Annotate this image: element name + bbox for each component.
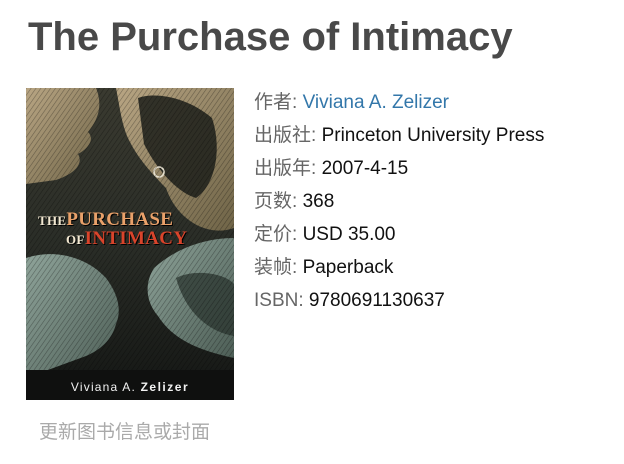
book-info: 作者: Viviana A. Zelizer 出版社: Princeton Un… <box>254 86 544 317</box>
cover-title: ThePurchase ofIntimacy <box>38 210 234 248</box>
cover-title-purchase: Purchase <box>66 209 174 230</box>
info-pages-row: 页数: 368 <box>254 185 544 218</box>
cover-title-intimacy: Intimacy <box>84 228 188 249</box>
info-price-row: 定价: USD 35.00 <box>254 218 544 251</box>
info-publisher-row: 出版社: Princeton University Press <box>254 119 544 152</box>
pubdate-label: 出版年: <box>254 158 317 179</box>
publisher-value: Princeton University Press <box>321 125 545 146</box>
binding-label: 装帧: <box>254 257 298 278</box>
cover-title-of: of <box>66 232 85 247</box>
binding-value: Paperback <box>302 257 394 278</box>
cover-author: Viviana A. Zelizer <box>26 380 234 394</box>
isbn-value: 9780691130637 <box>308 290 445 311</box>
cover-author-last: Zelizer <box>140 380 190 394</box>
info-author-row: 作者: Viviana A. Zelizer <box>254 86 544 119</box>
cover-title-line2: ofIntimacy <box>38 229 234 248</box>
pubdate-value: 2007-4-15 <box>321 158 409 179</box>
update-book-info-link[interactable]: 更新图书信息或封面 <box>39 420 210 446</box>
cover-title-line1: ThePurchase <box>38 210 234 229</box>
book-cover[interactable]: ThePurchase ofIntimacy Viviana A. Zelize… <box>26 88 234 400</box>
author-label: 作者: <box>254 92 298 113</box>
cover-author-first: Viviana A. <box>70 380 137 394</box>
book-page: The Purchase of Intimacy THEPURCHASE OFI… <box>0 0 624 464</box>
info-pubdate-row: 出版年: 2007-4-15 <box>254 152 544 185</box>
info-isbn-row: ISBN: 9780691130637 <box>254 284 544 317</box>
pages-label: 页数: <box>254 191 298 212</box>
price-value: USD 35.00 <box>302 224 396 245</box>
pages-value: 368 <box>302 191 335 212</box>
author-link[interactable]: Viviana A. Zelizer <box>303 92 449 113</box>
info-binding-row: 装帧: Paperback <box>254 251 544 284</box>
publisher-label: 出版社: <box>254 125 317 146</box>
isbn-label: ISBN: <box>254 290 304 311</box>
price-label: 定价: <box>254 224 298 245</box>
page-title: The Purchase of Intimacy <box>28 15 513 59</box>
cover-title-prefix: The <box>38 213 67 228</box>
